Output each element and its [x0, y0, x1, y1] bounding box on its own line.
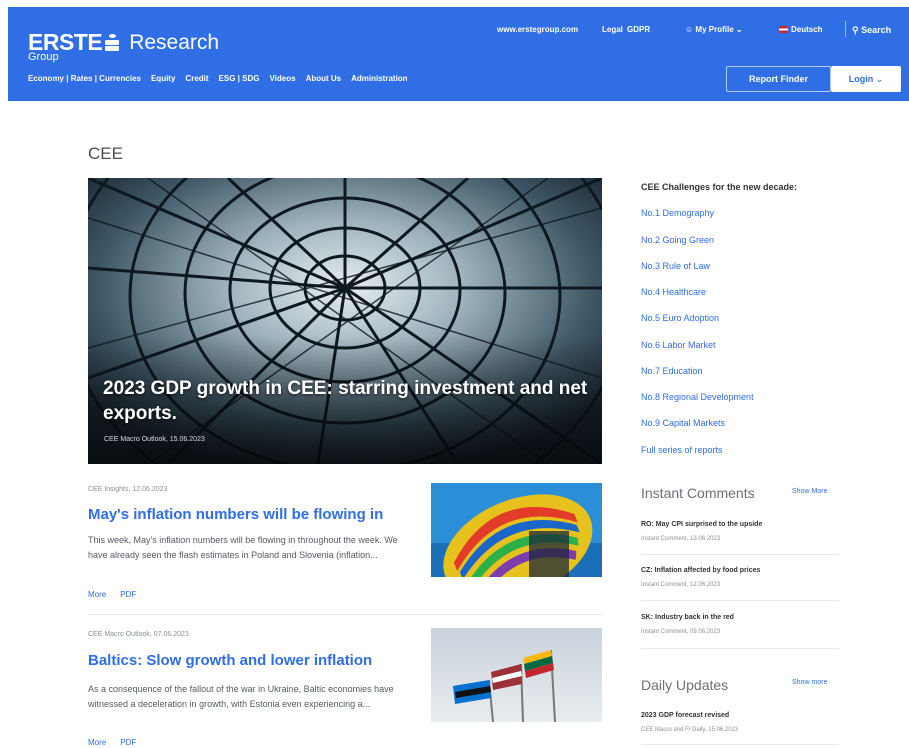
my-profile-label: My Profile: [695, 25, 734, 34]
challenge-link-labor-market[interactable]: No.6 Labor Market: [641, 340, 716, 350]
challenge-link-demography[interactable]: No.1 Demography: [641, 208, 714, 218]
erste-logo-icon: [105, 34, 120, 51]
nav-administration[interactable]: Administration: [351, 74, 407, 83]
nav-equity[interactable]: Equity: [151, 74, 175, 83]
daily-updates-title: Daily Updates: [641, 677, 729, 693]
chevron-down-icon: ⌄: [875, 74, 884, 84]
language-label: Deutsch: [791, 25, 823, 34]
login-button[interactable]: Login ⌄: [831, 66, 901, 92]
search-label: Search: [861, 25, 892, 35]
instant-comment-meta: Instant Comment, 09.06.2023: [641, 629, 721, 635]
daily-update-title[interactable]: 2023 GDP forecast revised: [641, 712, 729, 719]
article-thumbnail[interactable]: [431, 483, 602, 577]
challenge-link-healthcare[interactable]: No.4 Healthcare: [641, 287, 706, 297]
instant-comment-title[interactable]: CZ: Inflation affected by food prices: [641, 567, 760, 574]
austria-flag-icon: [779, 26, 788, 33]
nav-credit[interactable]: Credit: [185, 74, 208, 83]
instant-comment-divider: [641, 554, 839, 555]
search-button[interactable]: ⚲ Search: [852, 25, 891, 36]
user-icon: ☺: [685, 25, 694, 34]
challenge-link-going-green[interactable]: No.2 Going Green: [641, 235, 714, 245]
challenge-link-full-series[interactable]: Full series of reports: [641, 445, 723, 455]
logo-group: Group: [28, 51, 59, 63]
article-excerpt: This week, May's inflation numbers will …: [88, 535, 398, 560]
challenge-link-euro-adoption[interactable]: No.5 Euro Adoption: [641, 313, 719, 323]
article-more-link[interactable]: More: [88, 738, 106, 747]
instant-comment-meta: Instant Comment, 12.06.2023: [641, 582, 721, 588]
gdpr-link[interactable]: GDPR: [627, 25, 650, 34]
challenges-heading: CEE Challenges for the new decade:: [641, 182, 798, 192]
main-nav: Economy | Rates | Currencies Equity Credit…: [28, 74, 418, 83]
article-divider: [88, 614, 602, 615]
baltic-flags-image: [431, 628, 602, 722]
my-profile-menu[interactable]: ☺ My Profile ⌄: [685, 25, 743, 34]
hero-article[interactable]: 2023 GDP growth in CEE: starring investm…: [88, 178, 602, 464]
nav-videos[interactable]: Videos: [269, 74, 295, 83]
article-more-link[interactable]: More: [88, 590, 106, 599]
instant-comments-show-more[interactable]: Show More: [792, 488, 827, 495]
hero-title[interactable]: 2023 GDP growth in CEE: starring investm…: [103, 376, 588, 426]
nav-economy-rates-currencies[interactable]: Economy | Rates | Currencies: [28, 74, 141, 83]
challenge-link-education[interactable]: No.7 Education: [641, 366, 703, 376]
challenge-link-rule-of-law[interactable]: No.3 Rule of Law: [641, 261, 710, 271]
article-meta: CEE Macro Outlook, 07.06.2023: [88, 631, 189, 638]
instant-comment-divider: [641, 600, 839, 601]
instant-comment-title[interactable]: SK: Industry back in the red: [641, 614, 734, 621]
login-label: Login: [848, 74, 874, 84]
challenge-link-capital-markets[interactable]: No.9 Capital Markets: [641, 418, 725, 428]
instant-comment-meta: Instant Comment, 13.06.2023: [641, 536, 721, 542]
article-thumbnail[interactable]: [431, 628, 602, 722]
language-switch[interactable]: Deutsch: [779, 25, 823, 34]
article-pdf-link[interactable]: PDF: [120, 738, 136, 747]
top-bar: ERSTE Research Group www.erstegroup.com L…: [8, 7, 909, 101]
legal-link[interactable]: Legal: [602, 25, 623, 34]
logo-title: Research: [129, 31, 220, 54]
article-title[interactable]: Baltics: Slow growth and lower inflation: [88, 652, 372, 669]
article-pdf-link[interactable]: PDF: [120, 590, 136, 599]
article-links: More PDF: [88, 590, 150, 599]
utility-separator: [845, 21, 846, 37]
article-meta: CEE Insights, 12.06.2023: [88, 486, 168, 493]
nav-esg-sdg[interactable]: ESG | SDG: [219, 74, 260, 83]
instant-comment-title[interactable]: RO: May CPI surprised to the upside: [641, 521, 762, 528]
article-links: More PDF: [88, 738, 150, 747]
daily-update-meta: CEE Macro and FI Daily, 15.06.2023: [641, 727, 739, 733]
instant-comments-title: Instant Comments: [641, 485, 755, 501]
site-link[interactable]: www.erstegroup.com: [497, 25, 578, 34]
hot-air-balloon-image: [431, 483, 602, 577]
article-excerpt: As a consequence of the fallout of the w…: [88, 684, 394, 709]
daily-updates-show-more[interactable]: Show more: [792, 679, 827, 686]
report-finder-button[interactable]: Report Finder: [726, 66, 831, 92]
page-title: CEE: [88, 144, 123, 163]
nav-about-us[interactable]: About Us: [306, 74, 342, 83]
article-title[interactable]: May's inflation numbers will be flowing …: [88, 506, 383, 523]
instant-comment-divider: [641, 648, 839, 649]
hero-meta: CEE Macro Outlook, 15.06.2023: [104, 436, 205, 443]
chevron-down-icon: ⌄: [735, 25, 743, 34]
daily-update-divider: [641, 744, 839, 745]
challenge-link-regional-development[interactable]: No.8 Regional Development: [641, 392, 754, 402]
search-icon: ⚲: [852, 25, 859, 35]
